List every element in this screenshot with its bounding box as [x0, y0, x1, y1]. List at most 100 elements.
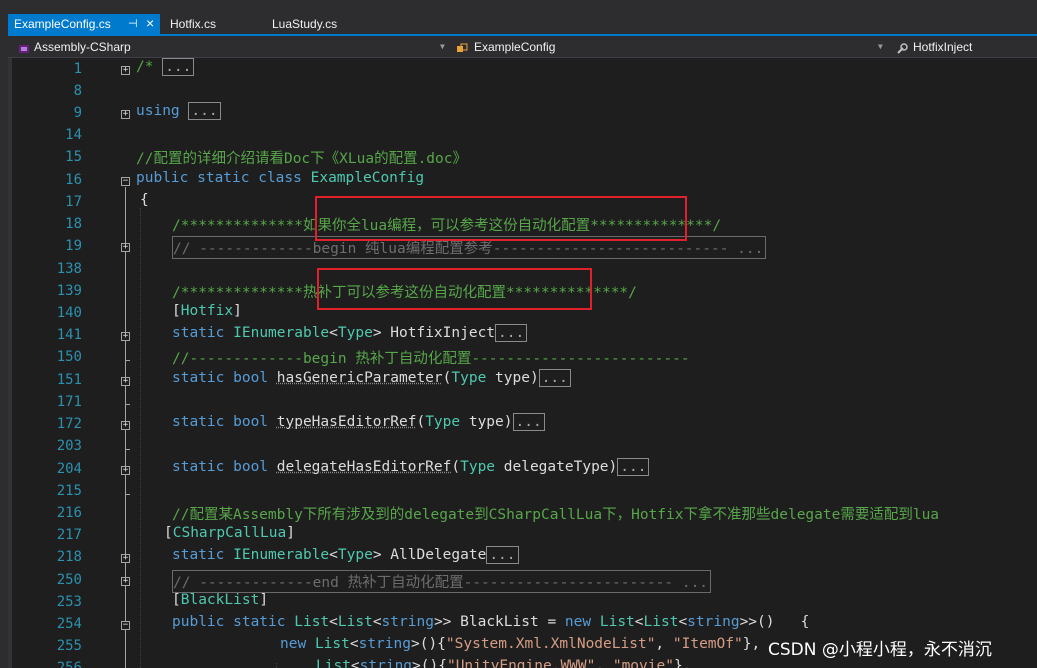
- line-number: 139: [56, 283, 82, 299]
- collapsed-region[interactable]: ...: [538, 369, 571, 387]
- expand-icon[interactable]: +: [121, 577, 130, 586]
- collapsed-region[interactable]: ...: [162, 58, 195, 76]
- code-line-17: {: [140, 192, 149, 208]
- fold-tick: [125, 360, 130, 361]
- keyword: new: [280, 636, 307, 652]
- code-line-15: //配置的详细介绍请看Doc下《XLua的配置.doc》: [136, 151, 467, 167]
- keyword: using: [136, 103, 180, 119]
- expand-icon[interactable]: +: [121, 466, 130, 475]
- line-number: 17: [65, 194, 82, 210]
- bracket: [: [164, 525, 173, 541]
- indent-guide: [276, 663, 277, 668]
- code-line-256: List<string>(){"UnityEngine.WWW", "movie…: [316, 658, 691, 668]
- code-line-16: public static class ExampleConfig: [136, 170, 424, 186]
- collapsed-region[interactable]: ...: [617, 458, 650, 476]
- collapsed-region[interactable]: ...: [188, 102, 221, 120]
- line-number: 151: [56, 372, 82, 388]
- indicator-margin: [12, 58, 36, 668]
- line-number: 150: [56, 349, 82, 365]
- code-line-141: static IEnumerable<Type> HotfixInject...: [172, 324, 528, 342]
- code-line-151: static bool hasGenericParameter(Type typ…: [172, 369, 571, 387]
- line-number: 216: [56, 505, 82, 521]
- expand-icon[interactable]: +: [121, 554, 130, 563]
- string-literal: "movie": [612, 658, 674, 668]
- keyword: public static class: [136, 170, 302, 186]
- attribute-name: CSharpCallLua: [172, 525, 287, 541]
- line-number: 9: [73, 105, 82, 121]
- keyword: static bool: [172, 414, 269, 430]
- expand-icon[interactable]: +: [121, 332, 130, 341]
- string-literal: "ItemOf": [672, 636, 743, 652]
- collapsed-region[interactable]: ...: [495, 324, 528, 342]
- collapse-icon[interactable]: −: [121, 621, 130, 630]
- code-line-255: new List<string>(){"System.Xml.XmlNodeLi…: [280, 636, 761, 652]
- code-line-140: [Hotfix]: [172, 303, 242, 319]
- collapsed-region[interactable]: ...: [486, 546, 519, 564]
- pin-icon[interactable]: ⊣: [128, 14, 138, 34]
- tab-exampleconfig[interactable]: ExampleConfig.cs ⊣ ×: [8, 14, 160, 34]
- expand-icon[interactable]: +: [121, 243, 130, 252]
- close-icon[interactable]: ×: [146, 14, 154, 33]
- highlight-box: [317, 268, 592, 310]
- member-dropdown[interactable]: HotfixInject: [913, 38, 972, 56]
- toolbar: [8, 0, 1037, 14]
- keyword: string: [381, 614, 434, 630]
- line-number: 217: [56, 527, 82, 543]
- chevron-down-icon[interactable]: ▼: [878, 38, 883, 56]
- param-name: type: [495, 370, 530, 386]
- highlight-box: [315, 196, 687, 241]
- project-dropdown[interactable]: Assembly-CSharp: [34, 38, 131, 56]
- code-line-218: static IEnumerable<Type> AllDelegate...: [172, 546, 519, 564]
- type-name: Type: [460, 459, 496, 475]
- keyword: static bool: [172, 370, 269, 386]
- keyword: string: [359, 658, 413, 668]
- code-editor[interactable]: 1 8 9 14 15 16 17 18 19 138 139 140 141 …: [36, 58, 1037, 668]
- bracket: ]: [259, 592, 269, 608]
- string-literal: "UnityEngine.WWW": [446, 658, 596, 668]
- class-icon: [456, 40, 468, 52]
- line-number: 16: [65, 172, 82, 188]
- expand-icon[interactable]: +: [121, 66, 130, 75]
- chevron-down-icon[interactable]: ▼: [440, 38, 445, 56]
- expand-icon[interactable]: +: [121, 421, 130, 430]
- tab-label: LuaStudy.cs: [272, 17, 338, 31]
- left-tool-strip: [0, 0, 8, 668]
- tab-luastudy[interactable]: LuaStudy.cs: [266, 14, 376, 34]
- class-dropdown[interactable]: ExampleConfig: [474, 38, 555, 56]
- type-name: IEnumerable: [233, 547, 330, 563]
- param-name: delegateType: [503, 459, 609, 475]
- collapse-icon[interactable]: −: [121, 177, 130, 186]
- code-line-216: //配置某Assembly下所有涉及到的delegate到CSharpCallL…: [172, 507, 940, 523]
- code-line-217: [CSharpCallLua]: [164, 525, 295, 541]
- line-number: 19: [65, 238, 82, 254]
- code-line-254: public static List<List<string>> BlackLi…: [172, 614, 810, 630]
- string-literal: "System.Xml.XmlNodeList": [445, 636, 656, 652]
- type-name: List: [316, 658, 351, 668]
- type-name: List: [337, 614, 373, 630]
- member-name: AllDelegate: [390, 547, 487, 563]
- type-name: Type: [451, 370, 487, 386]
- keyword: new: [564, 614, 592, 630]
- code-line-172: static bool typeHasEditorRef(Type type).…: [172, 413, 545, 431]
- attribute-name: Hotfix: [180, 303, 234, 319]
- expand-icon[interactable]: +: [121, 377, 130, 386]
- method-name: hasGenericParameter: [276, 370, 443, 386]
- member-name: HotfixInject: [390, 325, 496, 341]
- expand-icon[interactable]: +: [121, 110, 130, 119]
- line-number: 171: [56, 394, 82, 410]
- csharp-project-icon: [18, 40, 30, 53]
- collapsed-region-250[interactable]: // -------------end 热补丁自动化配置------------…: [172, 570, 712, 593]
- type-name: Type: [425, 414, 461, 430]
- bracket: [: [172, 592, 181, 608]
- fold-tick: [125, 494, 130, 495]
- collapsed-region[interactable]: ...: [512, 413, 545, 431]
- line-number: 1: [73, 61, 82, 77]
- code-line-9: using ...: [136, 102, 221, 120]
- line-number: 256: [56, 660, 82, 668]
- comment-text: /*: [136, 59, 154, 75]
- watermark: CSDN @小程小程，永不消沉: [768, 640, 992, 660]
- navigation-bar: Assembly-CSharp ▼ ExampleConfig ▼ Hotfix…: [8, 36, 1037, 58]
- keyword: string: [687, 614, 740, 630]
- wrench-icon: [896, 40, 908, 54]
- tab-hotfix[interactable]: Hotfix.cs: [164, 14, 264, 34]
